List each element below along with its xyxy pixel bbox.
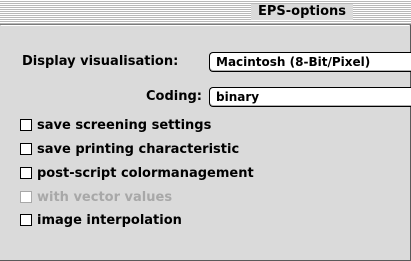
coding-popup[interactable]: binary bbox=[209, 87, 411, 107]
display-visualisation-value: Macintosh (8-Bit/Pixel) bbox=[216, 55, 371, 69]
eps-options-dialog: EPS-options Display visualisation: Macin… bbox=[0, 0, 411, 261]
coding-label: Coding: bbox=[146, 89, 202, 104]
checkbox-box[interactable] bbox=[20, 213, 32, 226]
checkbox-image-interpolation[interactable]: image interpolation bbox=[20, 213, 182, 229]
title-bar[interactable]: EPS-options bbox=[0, 0, 411, 25]
checkbox-box[interactable] bbox=[20, 142, 32, 155]
checkbox-label: save screening settings bbox=[37, 118, 212, 133]
window-title: EPS-options bbox=[251, 4, 353, 20]
checkbox-label: save printing characteristic bbox=[37, 142, 240, 157]
coding-value: binary bbox=[216, 90, 260, 104]
checkbox-label: post-script colormanagement bbox=[37, 166, 254, 181]
checkbox-label: with vector values bbox=[37, 190, 173, 205]
title-divider bbox=[1, 25, 409, 26]
checkbox-box bbox=[20, 190, 32, 203]
checkbox-save-screening-settings[interactable]: save screening settings bbox=[20, 118, 211, 134]
checkbox-with-vector-values: with vector values bbox=[20, 190, 172, 206]
display-visualisation-label: Display visualisation: bbox=[22, 54, 179, 69]
checkbox-label: image interpolation bbox=[37, 213, 182, 228]
checkbox-post-script-colormanagement[interactable]: post-script colormanagement bbox=[20, 166, 254, 182]
checkbox-box[interactable] bbox=[20, 118, 32, 131]
checkbox-save-printing-characteristic[interactable]: save printing characteristic bbox=[20, 142, 239, 158]
display-visualisation-popup[interactable]: Macintosh (8-Bit/Pixel) bbox=[209, 52, 411, 72]
checkbox-box[interactable] bbox=[20, 166, 32, 179]
